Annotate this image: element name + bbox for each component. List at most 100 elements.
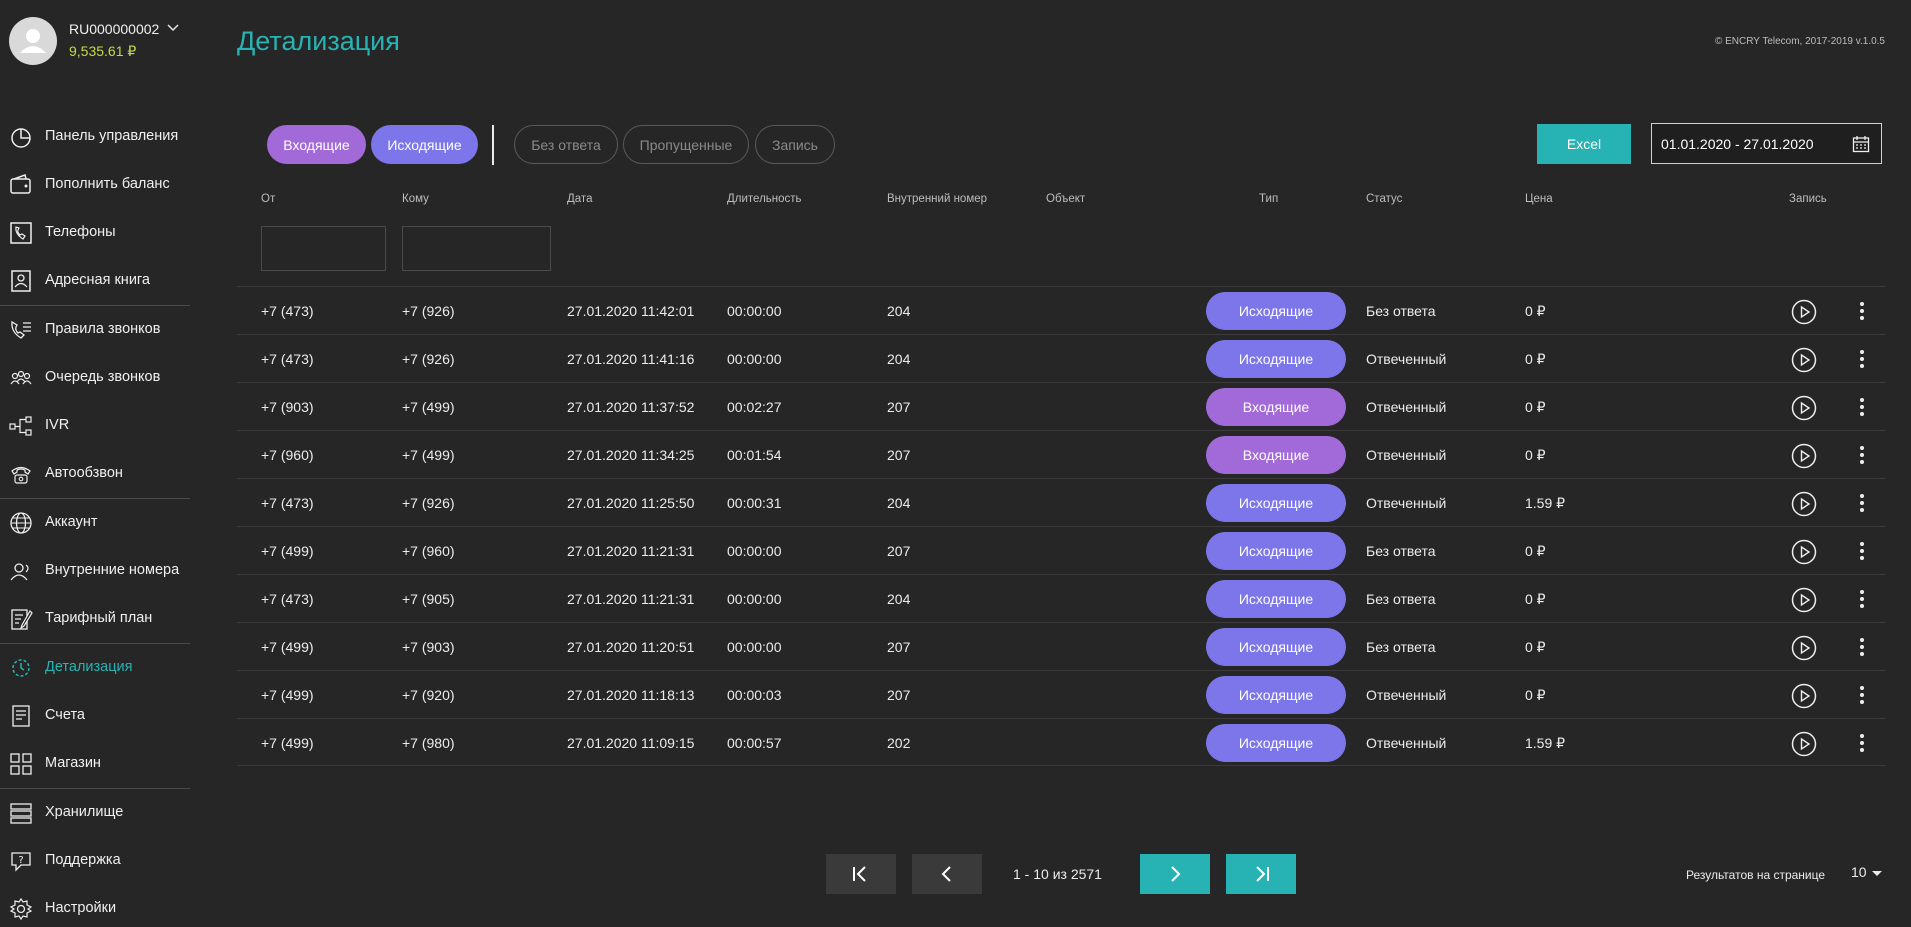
sidebar-item-call-rules[interactable]: Правила звонков	[0, 306, 190, 354]
table-row[interactable]: +7 (499) +7 (920) 27.01.2020 11:18:13 00:00…	[237, 670, 1886, 718]
table-row[interactable]: +7 (473) +7 (926) 27.01.2020 11:25:50 00:00…	[237, 478, 1886, 526]
column-header-from[interactable]: От	[261, 193, 275, 205]
cell-from: +7 (473)	[261, 495, 314, 511]
more-vertical-icon[interactable]	[1858, 349, 1866, 369]
call-type-badge[interactable]: Входящие	[1206, 388, 1346, 426]
sidebar-item-support[interactable]: ? Поддержка	[0, 837, 190, 885]
to-filter-input[interactable]	[402, 226, 551, 271]
column-header-to[interactable]: Кому	[402, 193, 429, 205]
table-row[interactable]: +7 (499) +7 (903) 27.01.2020 11:20:51 00:00…	[237, 622, 1886, 670]
more-vertical-icon[interactable]	[1858, 397, 1866, 417]
sidebar-item-details[interactable]: Детализация	[0, 644, 190, 692]
play-recording-icon[interactable]	[1791, 347, 1817, 373]
filter-divider	[492, 125, 494, 165]
play-recording-icon[interactable]	[1791, 683, 1817, 709]
next-page-button[interactable]	[1140, 854, 1210, 894]
column-header-price[interactable]: Цена	[1525, 193, 1553, 205]
caret-down-icon	[1871, 870, 1882, 876]
table-row[interactable]: +7 (499) +7 (980) 27.01.2020 11:09:15 00:00…	[237, 718, 1886, 766]
calendar-icon[interactable]	[1852, 135, 1870, 153]
last-page-button[interactable]	[1226, 854, 1296, 894]
results-per-page-select[interactable]: 10	[1851, 864, 1882, 880]
sidebar-item-invoices[interactable]: Счета	[0, 692, 190, 740]
table-row[interactable]: +7 (473) +7 (905) 27.01.2020 11:21:31 00:00…	[237, 574, 1886, 622]
play-recording-icon[interactable]	[1791, 587, 1817, 613]
filter-missed-button[interactable]: Пропущенные	[623, 125, 749, 164]
cell-status: Отвеченный	[1366, 735, 1447, 751]
sidebar-item-phones[interactable]: Телефоны	[0, 209, 190, 257]
call-type-badge[interactable]: Исходящие	[1206, 628, 1346, 666]
table-row[interactable]: +7 (960) +7 (499) 27.01.2020 11:34:25 00:01…	[237, 430, 1886, 478]
sidebar-item-storage[interactable]: Хранилище	[0, 789, 190, 837]
call-type-badge[interactable]: Исходящие	[1206, 580, 1346, 618]
column-header-type[interactable]: Тип	[1259, 193, 1278, 205]
prev-page-button[interactable]	[912, 854, 982, 894]
column-header-duration[interactable]: Длительность	[727, 193, 802, 205]
play-recording-icon[interactable]	[1791, 491, 1817, 517]
chevron-down-icon[interactable]	[165, 20, 181, 36]
sidebar-item-call-queue[interactable]: Очередь звонков	[0, 354, 190, 402]
avatar	[9, 17, 57, 65]
filter-incoming-button[interactable]: Входящие	[267, 125, 366, 164]
play-recording-icon[interactable]	[1791, 539, 1817, 565]
sidebar-item-account[interactable]: Аккаунт	[0, 499, 190, 547]
table-row[interactable]: +7 (499) +7 (960) 27.01.2020 11:21:31 00:00…	[237, 526, 1886, 574]
more-vertical-icon[interactable]	[1858, 493, 1866, 513]
account-balance: 9,535.61 ₽	[69, 43, 137, 59]
call-type-badge[interactable]: Исходящие	[1206, 484, 1346, 522]
account-switcher[interactable]: RU000000002 9,535.61 ₽	[9, 17, 184, 69]
sidebar-item-address-book[interactable]: Адресная книга	[0, 257, 190, 305]
call-type-badge[interactable]: Исходящие	[1206, 676, 1346, 714]
sidebar-item-tariff[interactable]: Тарифный план	[0, 595, 190, 643]
play-recording-icon[interactable]	[1791, 395, 1817, 421]
play-recording-icon[interactable]	[1791, 635, 1817, 661]
column-header-date[interactable]: Дата	[567, 193, 592, 205]
more-vertical-icon[interactable]	[1858, 589, 1866, 609]
column-header-object[interactable]: Объект	[1046, 193, 1085, 205]
table-row[interactable]: +7 (903) +7 (499) 27.01.2020 11:37:52 00:02…	[237, 382, 1886, 430]
column-header-status[interactable]: Статус	[1366, 193, 1402, 205]
sidebar-item-settings[interactable]: Настройки	[0, 885, 190, 927]
date-range-picker[interactable]: 01.01.2020 - 27.01.2020	[1651, 123, 1882, 164]
table-row[interactable]: +7 (473) +7 (926) 27.01.2020 11:42:01 00:00…	[237, 286, 1886, 334]
call-type-badge[interactable]: Исходящие	[1206, 292, 1346, 330]
more-vertical-icon[interactable]	[1858, 301, 1866, 321]
sidebar-item-autodialer[interactable]: Автообзвон	[0, 450, 190, 498]
call-type-badge[interactable]: Исходящие	[1206, 724, 1346, 762]
cell-date: 27.01.2020 11:18:13	[567, 687, 695, 703]
sidebar-item-extensions[interactable]: Внутренние номера	[0, 547, 190, 595]
sidebar-item-store[interactable]: Магазин	[0, 740, 190, 788]
more-vertical-icon[interactable]	[1858, 733, 1866, 753]
first-page-button[interactable]	[826, 854, 896, 894]
more-vertical-icon[interactable]	[1858, 685, 1866, 705]
column-header-record[interactable]: Запись	[1789, 193, 1827, 205]
first-page-icon	[853, 866, 866, 882]
play-recording-icon[interactable]	[1791, 299, 1817, 325]
more-vertical-icon[interactable]	[1858, 541, 1866, 561]
cell-extension: 207	[887, 639, 911, 655]
cell-price: 0 ₽	[1525, 639, 1546, 655]
cell-status: Отвеченный	[1366, 399, 1447, 415]
cell-from: +7 (499)	[261, 639, 314, 655]
from-filter-input[interactable]	[261, 226, 386, 271]
sidebar-item-topup[interactable]: Пополнить баланс	[0, 161, 190, 209]
play-recording-icon[interactable]	[1791, 731, 1817, 757]
column-header-extension[interactable]: Внутренний номер	[887, 193, 987, 205]
filter-record-button[interactable]: Запись	[755, 125, 835, 164]
sidebar-item-dashboard[interactable]: Панель управления	[0, 113, 190, 161]
cell-duration: 00:00:00	[727, 591, 782, 607]
call-type-badge[interactable]: Входящие	[1206, 436, 1346, 474]
play-recording-icon[interactable]	[1791, 443, 1817, 469]
cell-status: Отвеченный	[1366, 351, 1447, 367]
call-type-badge[interactable]: Исходящие	[1206, 532, 1346, 570]
more-vertical-icon[interactable]	[1858, 637, 1866, 657]
cell-to: +7 (903)	[402, 639, 455, 655]
call-type-badge[interactable]: Исходящие	[1206, 340, 1346, 378]
dashboard-pie-icon	[11, 128, 31, 148]
sidebar-item-ivr[interactable]: IVR	[0, 402, 190, 450]
table-row[interactable]: +7 (473) +7 (926) 27.01.2020 11:41:16 00:00…	[237, 334, 1886, 382]
excel-export-button[interactable]: Excel	[1537, 124, 1631, 164]
more-vertical-icon[interactable]	[1858, 445, 1866, 465]
filter-no-answer-button[interactable]: Без ответа	[514, 125, 618, 164]
filter-outgoing-button[interactable]: Исходящие	[371, 125, 478, 164]
